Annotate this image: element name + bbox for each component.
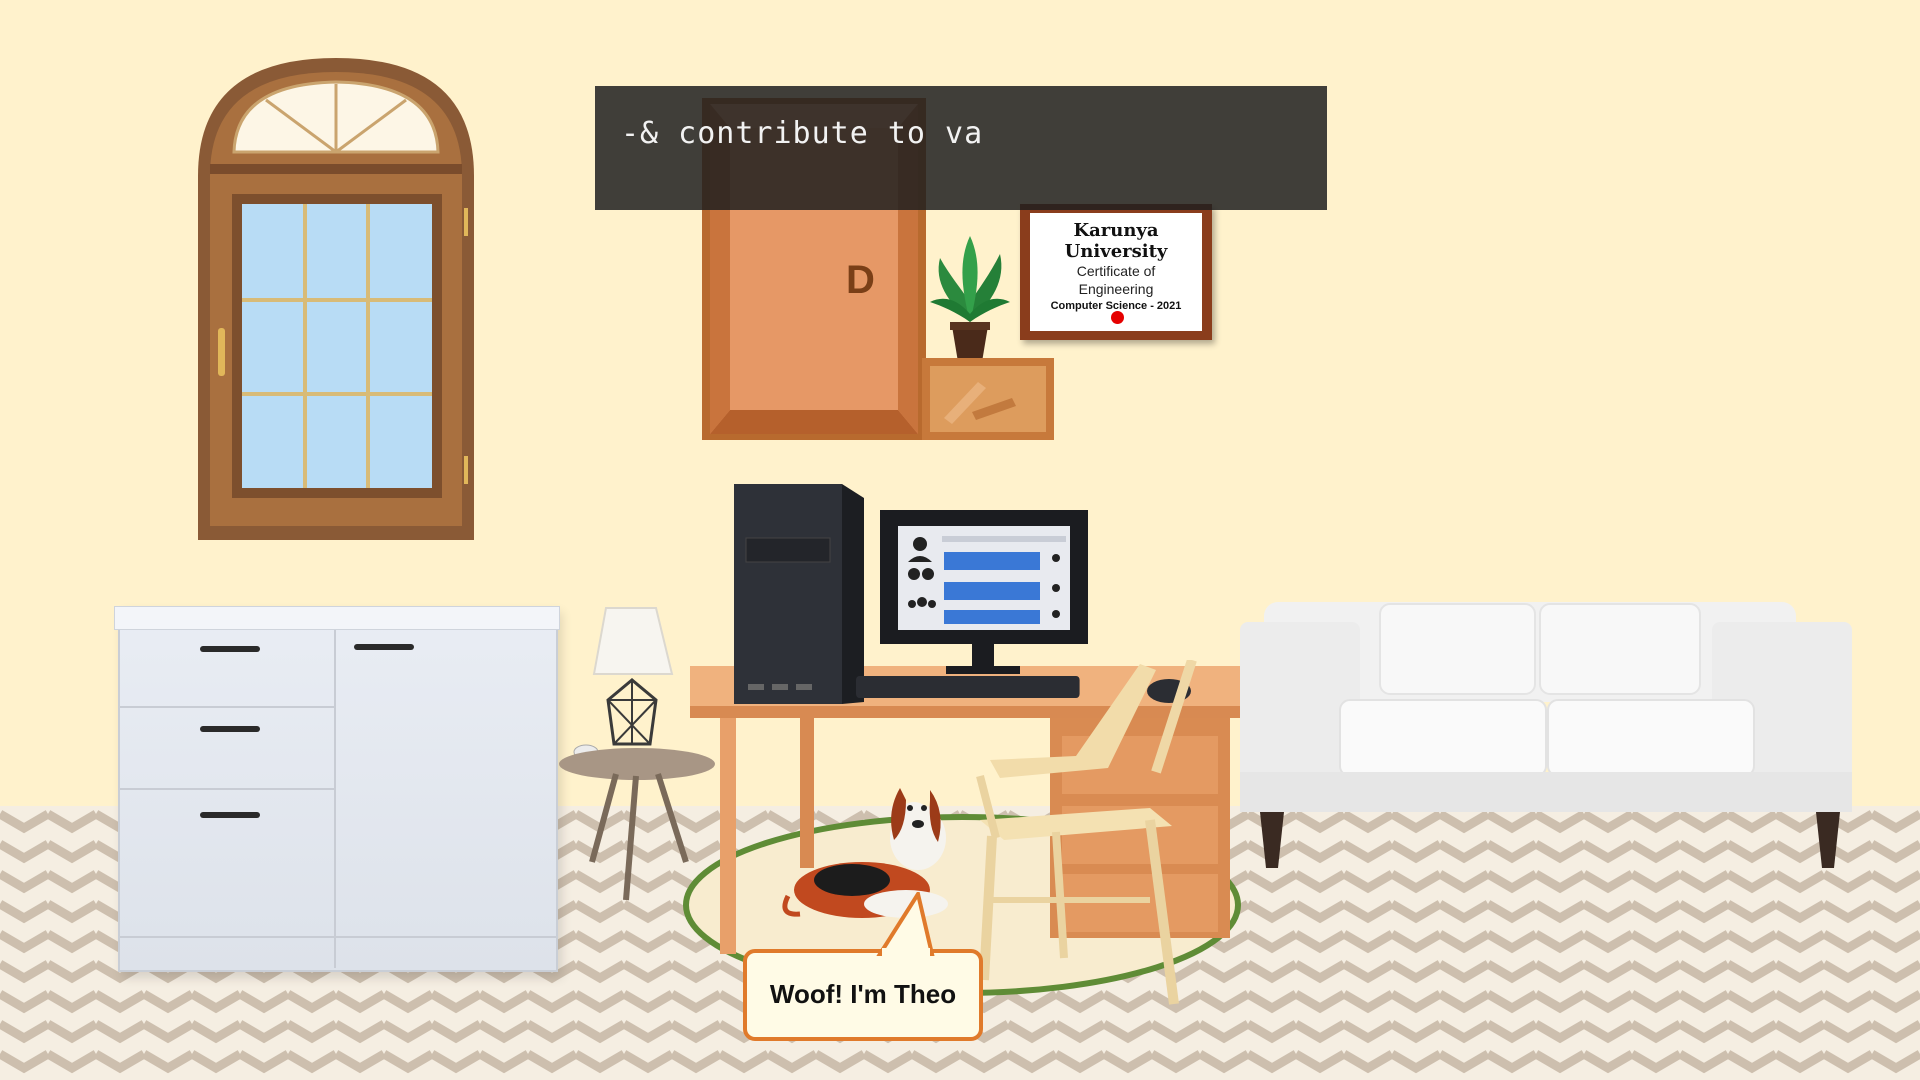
typing-text: -& contribute to va [621, 116, 984, 151]
certificate-university: Karunya University [1064, 220, 1168, 262]
white-cabinet [118, 606, 558, 972]
red-cursor-dot [1111, 311, 1124, 324]
speech-bubble: Woof! I'm Theo [743, 949, 983, 1041]
wooden-chair [976, 660, 1197, 1005]
cabinet-handle[interactable] [200, 812, 260, 818]
cabinet-divider-2 [120, 788, 334, 790]
door-letter: D [846, 258, 875, 302]
cabinet-handle[interactable] [200, 646, 260, 652]
cabinet-divider-1 [120, 706, 334, 708]
cabinet-top [114, 606, 560, 630]
speech-bubble-text: Woof! I'm Theo [769, 979, 957, 1009]
certificate-line1: Certificate of [1076, 263, 1156, 279]
white-sofa [1240, 602, 1852, 868]
potted-plant [930, 236, 1010, 362]
cabinet-handle[interactable] [354, 644, 414, 650]
arched-window [198, 58, 474, 540]
wood-plaque-shelf [922, 358, 1054, 440]
speech-bubble-tail [876, 892, 935, 956]
typing-text-overlay: -& contribute to va [595, 86, 1327, 210]
cabinet-divider-vertical [334, 628, 336, 968]
certificate-line2: Engineering [1078, 281, 1154, 297]
cabinet-handle[interactable] [200, 726, 260, 732]
room-scene: D Karunya University Certificate of Engi… [0, 0, 1920, 1080]
computer-tower [734, 484, 864, 704]
cabinet-base-line [120, 936, 556, 938]
